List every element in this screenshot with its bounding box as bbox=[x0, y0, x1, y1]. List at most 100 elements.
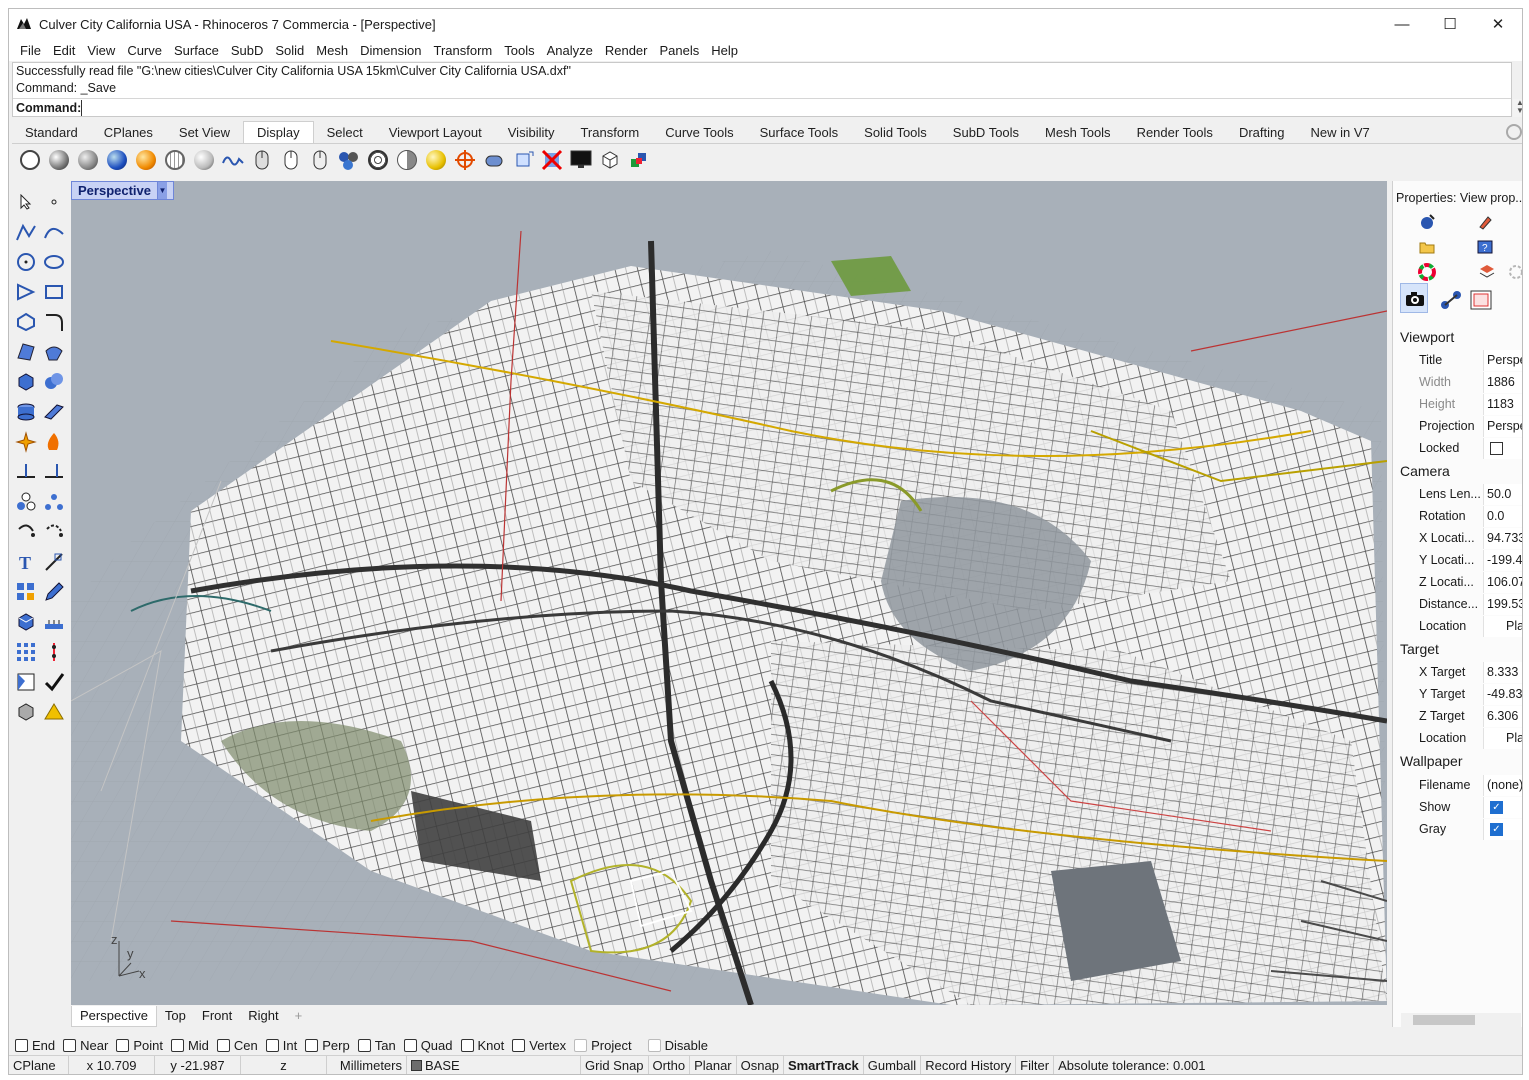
rendered-icon[interactable] bbox=[73, 147, 102, 173]
tab-solid-tools[interactable]: Solid Tools bbox=[851, 123, 940, 143]
osnap-checkbox[interactable] bbox=[216, 1038, 230, 1052]
tab-cplanes[interactable]: CPlanes bbox=[91, 123, 166, 143]
prop-z-location-value[interactable]: 106.076 bbox=[1483, 571, 1522, 593]
dimension-icon[interactable] bbox=[41, 549, 67, 575]
select-arrow-icon[interactable] bbox=[13, 189, 39, 215]
status-ortho[interactable]: Ortho bbox=[649, 1055, 691, 1074]
ellipse-icon[interactable] bbox=[41, 249, 67, 275]
menu-edit[interactable]: Edit bbox=[47, 43, 81, 58]
perspective-viewport[interactable]: z y x Perspective ▼ bbox=[71, 181, 1387, 1005]
status-gumball[interactable]: Gumball bbox=[864, 1055, 922, 1074]
layout-icon[interactable] bbox=[13, 669, 39, 695]
circle-icon[interactable] bbox=[13, 249, 39, 275]
osnap-checkbox[interactable] bbox=[116, 1038, 130, 1052]
cone-icon[interactable] bbox=[41, 699, 67, 725]
color-boxes-icon[interactable] bbox=[624, 147, 653, 173]
polyline-icon[interactable] bbox=[13, 219, 39, 245]
molecule-icon[interactable] bbox=[1439, 289, 1463, 311]
status-planar[interactable]: Planar bbox=[690, 1055, 737, 1074]
viewport-title[interactable]: Perspective ▼ bbox=[71, 181, 174, 200]
tab-transform[interactable]: Transform bbox=[567, 123, 652, 143]
prop-lens-value[interactable]: 50.0 bbox=[1483, 483, 1522, 505]
camera-place-button[interactable]: Plac bbox=[1483, 615, 1522, 637]
add-viewport-tab-button[interactable]: + bbox=[287, 1006, 311, 1027]
prop-x-target-value[interactable]: 8.333 bbox=[1483, 661, 1522, 683]
tab-display[interactable]: Display bbox=[242, 121, 314, 143]
status-cplane[interactable]: CPlane bbox=[9, 1055, 69, 1074]
city-map-model[interactable]: z y x bbox=[71, 181, 1387, 1005]
pen-icon[interactable] bbox=[218, 147, 247, 173]
frame-icon[interactable] bbox=[1469, 289, 1493, 311]
osnap-checkbox[interactable] bbox=[574, 1038, 588, 1052]
tab-visibility[interactable]: Visibility bbox=[495, 123, 568, 143]
arc-icon[interactable] bbox=[13, 279, 39, 305]
mouse-zoom-icon[interactable] bbox=[305, 147, 334, 173]
osnap-project[interactable]: Project bbox=[574, 1038, 632, 1053]
monitor-icon[interactable] bbox=[566, 147, 595, 173]
mouse-rotate-icon[interactable] bbox=[276, 147, 305, 173]
half-sphere-icon[interactable] bbox=[392, 147, 421, 173]
tab-standard[interactable]: Standard bbox=[12, 123, 91, 143]
rectangle-icon[interactable] bbox=[41, 279, 67, 305]
array-icon[interactable] bbox=[13, 579, 39, 605]
gray-checkbox[interactable]: ✓ bbox=[1490, 822, 1503, 836]
status-smarttrack[interactable]: SmartTrack bbox=[784, 1055, 864, 1074]
ruler-icon[interactable] bbox=[41, 609, 67, 635]
trim-icon[interactable] bbox=[41, 459, 67, 485]
prop-z-target-value[interactable]: 6.306 bbox=[1483, 705, 1522, 727]
menu-render[interactable]: Render bbox=[599, 43, 654, 58]
gear-icon[interactable] bbox=[1506, 124, 1522, 140]
osnap-vertex[interactable]: Vertex bbox=[512, 1038, 566, 1053]
osnap-checkbox[interactable] bbox=[357, 1038, 371, 1052]
chevron-down-icon[interactable]: ▼ bbox=[157, 182, 167, 199]
globe-icon[interactable] bbox=[363, 147, 392, 173]
brush-icon[interactable] bbox=[1476, 213, 1494, 231]
planar-surface-icon[interactable] bbox=[41, 399, 67, 425]
menu-solid[interactable]: Solid bbox=[269, 43, 310, 58]
folder-icon[interactable] bbox=[1418, 238, 1436, 256]
prop-title-value[interactable]: Perspec bbox=[1483, 349, 1522, 371]
osnap-checkbox[interactable] bbox=[170, 1038, 184, 1052]
status-filter[interactable]: Filter bbox=[1016, 1055, 1055, 1074]
osnap-cen[interactable]: Cen bbox=[216, 1038, 258, 1053]
color-wheel-icon[interactable] bbox=[1418, 263, 1436, 281]
menu-file[interactable]: File bbox=[14, 43, 47, 58]
box-solid-icon[interactable] bbox=[13, 369, 39, 395]
menu-surface[interactable]: Surface bbox=[168, 43, 225, 58]
command-scroll-arrows[interactable]: ▲▼ bbox=[1513, 99, 1522, 117]
mouse-pan-icon[interactable] bbox=[247, 147, 276, 173]
technical-icon[interactable] bbox=[160, 147, 189, 173]
menu-transform[interactable]: Transform bbox=[427, 43, 498, 58]
osnap-quad[interactable]: Quad bbox=[403, 1038, 453, 1053]
point-icon[interactable] bbox=[41, 189, 67, 215]
ghosted-icon[interactable] bbox=[102, 147, 131, 173]
edit-pencil-icon[interactable] bbox=[41, 579, 67, 605]
camera-tab[interactable] bbox=[1400, 283, 1428, 313]
osnap-checkbox[interactable] bbox=[265, 1038, 279, 1052]
viewport-tab-top[interactable]: Top bbox=[157, 1006, 194, 1027]
object-properties-icon[interactable] bbox=[1418, 213, 1436, 231]
box-outline-icon[interactable] bbox=[595, 147, 624, 173]
viewport-tab-perspective[interactable]: Perspective bbox=[71, 1005, 157, 1027]
xray-icon[interactable] bbox=[131, 147, 160, 173]
tab-new-in-v7[interactable]: New in V7 bbox=[1297, 123, 1382, 143]
close-button[interactable]: ✕ bbox=[1474, 9, 1522, 39]
spheres-group-icon[interactable] bbox=[334, 147, 363, 173]
menu-view[interactable]: View bbox=[81, 43, 121, 58]
status-grid-snap[interactable]: Grid Snap bbox=[581, 1055, 649, 1074]
osnap-int[interactable]: Int bbox=[265, 1038, 297, 1053]
point-cloud-icon[interactable] bbox=[41, 639, 67, 665]
boolean-union-icon[interactable] bbox=[41, 369, 67, 395]
menu-mesh[interactable]: Mesh bbox=[310, 43, 354, 58]
prop-x-location-value[interactable]: 94.733 bbox=[1483, 527, 1522, 549]
osnap-mid[interactable]: Mid bbox=[170, 1038, 209, 1053]
status-osnap[interactable]: Osnap bbox=[737, 1055, 784, 1074]
curve-icon[interactable] bbox=[41, 219, 67, 245]
grid-points-icon[interactable] bbox=[13, 639, 39, 665]
prop-rotation-value[interactable]: 0.0 bbox=[1483, 505, 1522, 527]
status-record-history[interactable]: Record History bbox=[921, 1055, 1017, 1074]
tab-subd-tools[interactable]: SubD Tools bbox=[940, 123, 1032, 143]
fillet-curve-icon[interactable] bbox=[41, 309, 67, 335]
group-icon[interactable] bbox=[13, 489, 39, 515]
command-input[interactable] bbox=[81, 100, 1491, 116]
